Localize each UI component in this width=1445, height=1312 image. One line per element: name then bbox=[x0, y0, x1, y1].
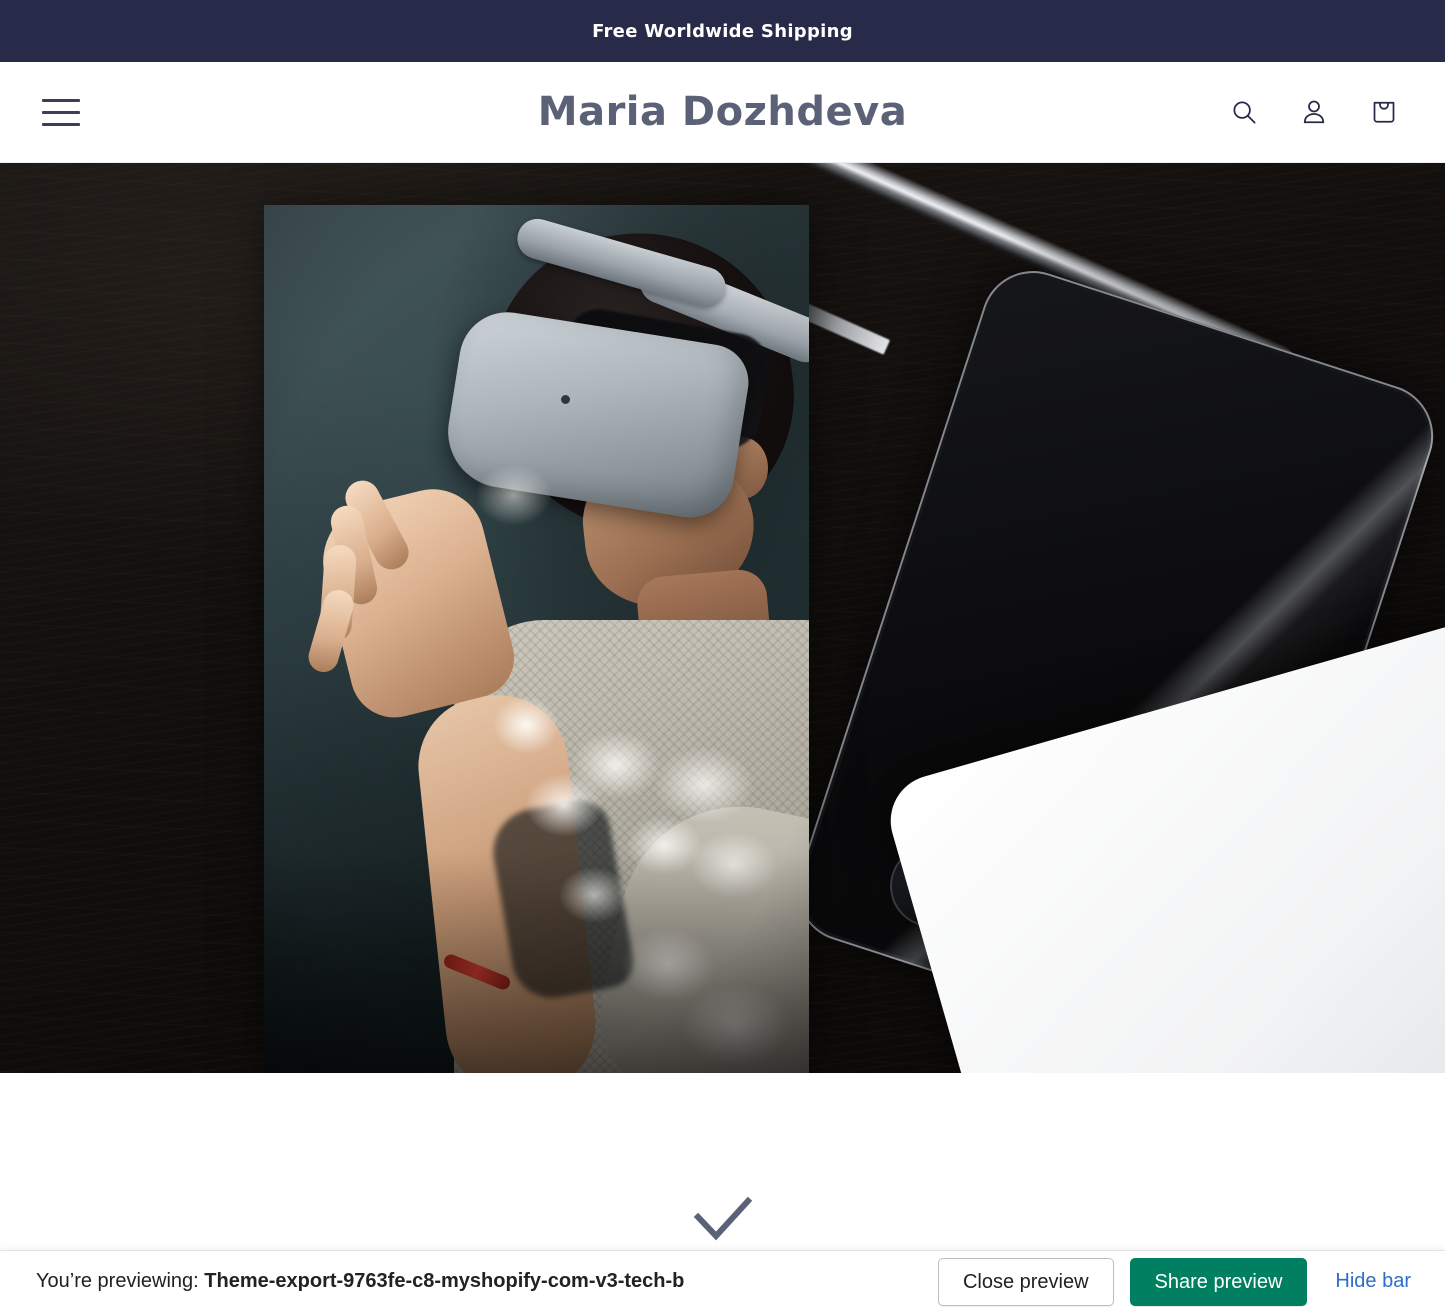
share-preview-button[interactable]: Share preview bbox=[1129, 1257, 1308, 1306]
site-logo-link[interactable]: Maria Dozhdeva bbox=[538, 89, 907, 135]
preview-message: You’re previewing: Theme-export-9763fe-c… bbox=[36, 1270, 684, 1293]
account-icon[interactable] bbox=[1291, 89, 1337, 135]
site-header: Maria Dozhdeva bbox=[0, 62, 1445, 163]
theme-preview-bar: You’re previewing: Theme-export-9763fe-c… bbox=[0, 1250, 1445, 1312]
preview-actions: Close preview Share preview Hide bar bbox=[937, 1257, 1423, 1306]
image-vignette bbox=[264, 205, 809, 1073]
search-icon[interactable] bbox=[1221, 89, 1267, 135]
hero-image-banner bbox=[0, 163, 1445, 1073]
header-icon-group bbox=[1221, 89, 1407, 135]
announcement-text: Free Worldwide Shipping bbox=[592, 20, 853, 42]
check-icon bbox=[0, 1195, 1445, 1243]
storefront-preview-page: Free Worldwide Shipping Maria Dozhdeva Y… bbox=[0, 0, 1445, 1312]
hamburger-menu-icon[interactable] bbox=[38, 89, 84, 135]
close-preview-button[interactable]: Close preview bbox=[937, 1257, 1114, 1306]
cart-icon[interactable] bbox=[1361, 89, 1407, 135]
preview-message-prefix: You’re previewing: bbox=[36, 1270, 199, 1292]
preview-theme-name: Theme-export-9763fe-c8-myshopify-com-v3-… bbox=[204, 1270, 685, 1292]
announcement-bar: Free Worldwide Shipping bbox=[0, 0, 1445, 62]
hide-bar-button[interactable]: Hide bar bbox=[1323, 1262, 1423, 1301]
hero-inner-image bbox=[264, 205, 809, 1073]
hamburger-line bbox=[42, 110, 80, 114]
hamburger-line bbox=[42, 98, 80, 102]
hamburger-line bbox=[42, 122, 80, 126]
